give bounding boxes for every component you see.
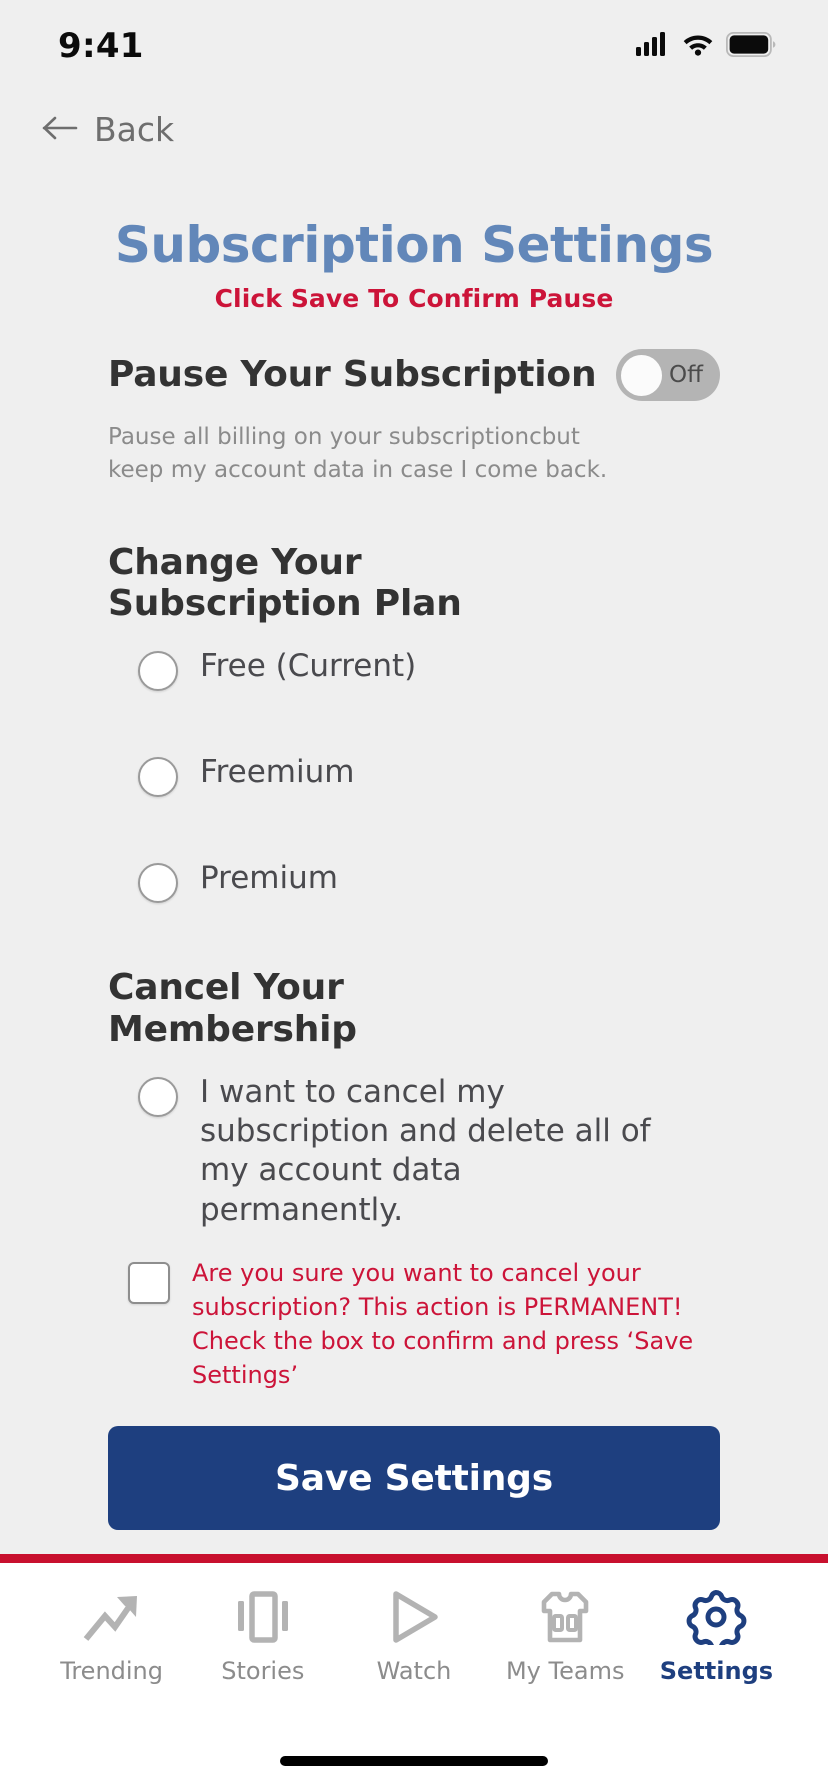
status-time: 9:41 [58,26,144,66]
plan-option-freemium[interactable]: Freemium [108,753,720,798]
radio-button[interactable] [138,651,178,692]
trending-arrow-icon [81,1585,143,1649]
back-row: Back [0,92,828,166]
tab-settings[interactable]: Settings [641,1585,792,1683]
tab-label: Trending [60,1657,163,1685]
cancel-subscription-option[interactable]: I want to cancel my subscription and del… [108,1073,720,1230]
confirm-cancel-checkbox[interactable] [128,1262,170,1305]
plan-option-premium[interactable]: Premium [108,859,720,904]
radio-button[interactable] [138,1076,178,1117]
toggle-knob [621,354,662,396]
tab-label: My Teams [505,1657,625,1685]
gear-icon [685,1585,747,1649]
wifi-icon [682,32,714,60]
back-label: Back [94,109,175,149]
plan-section-heading: Change Your Subscription Plan [108,541,462,625]
cancel-option-label: I want to cancel my subscription and del… [200,1073,651,1228]
save-settings-button[interactable]: Save Settings [108,1426,720,1531]
play-triangle-icon [383,1585,445,1649]
radio-button[interactable] [138,863,178,904]
pause-description: Pause all billing on your subscriptioncb… [108,424,608,484]
battery-icon [725,31,776,61]
plan-options-list: Free (Current) Freemium Premium [108,647,720,904]
tab-label: Stories [221,1657,305,1685]
tab-trending[interactable]: Trending [36,1585,187,1683]
pause-section-heading: Pause Your Subscription [108,354,597,396]
cancel-confirm-row[interactable]: Are you sure you want to cancel your sub… [108,1256,720,1392]
toggle-state-label: Off [669,361,703,388]
main-content: Subscription Settings Click Save To Conf… [0,166,828,1554]
pause-subscription-toggle[interactable]: Off [616,349,720,401]
jersey-icon [534,1585,596,1649]
phone-screen: 9:41 Back Subscription Settings Click Sa… [0,0,828,1792]
plan-option-label: Premium [200,860,338,897]
tab-label: Watch [376,1657,452,1685]
status-icons [636,31,776,61]
home-indicator[interactable] [280,1756,548,1766]
pause-section-row: Pause Your Subscription Off [108,349,720,401]
tab-bar-accent-divider [0,1554,828,1563]
status-bar: 9:41 [0,0,828,92]
tab-stories[interactable]: Stories [187,1585,338,1683]
tab-watch[interactable]: Watch [338,1585,489,1683]
cancel-warning-text: Are you sure you want to cancel your sub… [192,1259,694,1390]
plan-option-label: Freemium [200,754,355,791]
plan-option-label: Free (Current) [200,648,417,685]
home-indicator-area [0,1730,828,1792]
plan-option-free[interactable]: Free (Current) [108,647,720,692]
arrow-left-icon [42,113,80,146]
stories-carousel-icon [232,1585,294,1649]
page-subtitle: Click Save To Confirm Pause [214,284,614,313]
cellular-signal-icon [636,32,670,60]
tab-label: Settings [659,1657,774,1685]
radio-button[interactable] [138,757,178,798]
page-title: Subscription Settings [114,216,714,274]
cancel-section-heading: Cancel Your Membership [108,967,357,1050]
tab-my-teams[interactable]: My Teams [490,1585,641,1683]
back-button[interactable]: Back [42,113,174,146]
bottom-tab-bar: Trending Stories Watch My Teams Settings [0,1563,828,1730]
